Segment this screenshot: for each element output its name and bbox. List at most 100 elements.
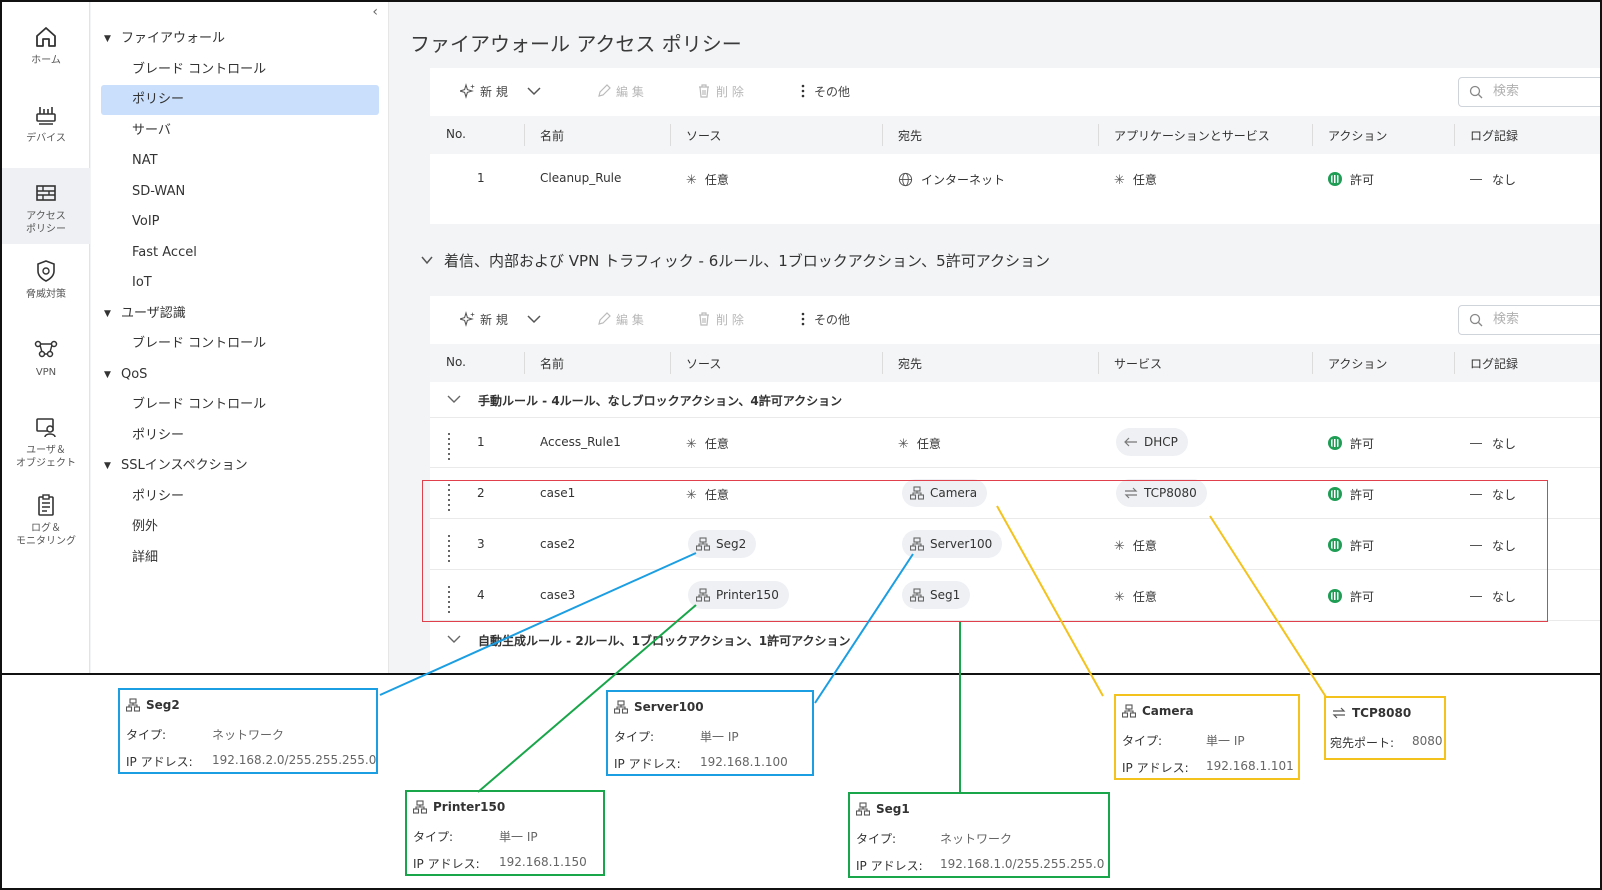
callout-value: 192.168.2.0/255.255.255.0 xyxy=(212,753,377,767)
network-object-icon xyxy=(125,698,141,712)
nav-item-12[interactable]: ブレード コントロール xyxy=(91,390,389,420)
section-header[interactable]: 着信、内部および VPN トラフィック - 6ルール、1ブロックアクション、5許… xyxy=(420,250,1050,271)
column-header[interactable]: アプリケーションとサービス xyxy=(1114,127,1270,144)
new-dropdown[interactable] xyxy=(526,311,546,327)
column-header[interactable]: 名前 xyxy=(540,127,564,144)
column-separator xyxy=(1312,352,1313,374)
callout-value: 単一 IP xyxy=(1206,734,1245,748)
column-header[interactable]: ログ記録 xyxy=(1470,127,1518,144)
highlight-box xyxy=(422,480,1548,622)
column-header[interactable]: アクション xyxy=(1328,127,1387,144)
column-header[interactable]: No. xyxy=(446,127,466,141)
callout-title: Camera xyxy=(1121,704,1194,718)
search-input[interactable]: 検索 xyxy=(1458,77,1600,107)
nav-label: SSLインスペクション xyxy=(121,458,248,473)
allow-icon xyxy=(1328,172,1342,186)
rail-home[interactable]: ホーム xyxy=(2,12,90,88)
nav-item-2[interactable]: ポリシー xyxy=(101,85,379,115)
rail-label: ユーザ＆ オブジェクト xyxy=(16,445,76,469)
nav-item-16[interactable]: 例外 xyxy=(91,512,389,542)
nav-group-9[interactable]: ▼ ユーザ認識 xyxy=(91,299,389,329)
callout-value: 単一 IP xyxy=(499,830,538,844)
chevron-down-icon xyxy=(447,395,461,403)
edit-button[interactable]: 編 集 xyxy=(596,83,644,100)
column-header[interactable]: No. xyxy=(446,355,466,369)
nav-label: SD-WAN xyxy=(132,184,186,199)
nav-group-11[interactable]: ▼ QoS xyxy=(91,360,389,390)
column-separator xyxy=(1454,124,1455,146)
more-button[interactable]: その他 xyxy=(796,83,850,100)
rail-label: 脅威対策 xyxy=(26,289,66,300)
column-header[interactable]: ソース xyxy=(686,355,721,372)
camera-callout: Camera タイプ: 単一 IP IP アドレス: 192.168.1.101 xyxy=(1114,694,1300,780)
caret-down-icon: ▼ xyxy=(104,309,111,319)
column-header[interactable]: 名前 xyxy=(540,355,564,372)
callout-key: タイプ: xyxy=(1122,734,1163,748)
nav-item-15[interactable]: ポリシー xyxy=(91,482,389,512)
rail-logs-monitoring[interactable]: ログ＆ モニタリング xyxy=(2,480,90,556)
column-header[interactable]: ログ記録 xyxy=(1470,355,1518,372)
rail-access-policy[interactable]: アクセス ポリシー xyxy=(2,168,90,244)
column-separator xyxy=(670,352,671,374)
rail-label: ホーム xyxy=(31,55,61,66)
delete-button[interactable]: 削 除 xyxy=(696,83,744,100)
new-button[interactable]: 新 規 xyxy=(458,83,508,100)
callout-value: ネットワーク xyxy=(212,728,285,742)
drag-handle-icon[interactable] xyxy=(448,433,458,463)
edit-button[interactable]: 編 集 xyxy=(596,311,644,328)
column-header[interactable]: 宛先 xyxy=(898,355,922,372)
callout-key: IP アドレス: xyxy=(856,859,923,873)
nav-item-17[interactable]: 詳細 xyxy=(91,543,389,573)
search-input[interactable]: 検索 xyxy=(1458,305,1600,335)
edit-label: 編 集 xyxy=(616,85,644,99)
nav-group-0[interactable]: ▼ ファイアウォール xyxy=(91,24,389,54)
service-object-chip[interactable]: DHCP xyxy=(1116,428,1188,456)
nav-item-5[interactable]: SD-WAN xyxy=(91,177,389,207)
trash-icon xyxy=(699,312,709,326)
policy-nav: ‹ ▼ ファイアウォール ブレード コントロール ポリシー サーバ NAT SD-WAN Vo… xyxy=(91,2,389,673)
nav-item-3[interactable]: サーバ xyxy=(91,116,389,146)
network-object-icon xyxy=(613,700,629,714)
table-header: No. 名前 ソース 宛先 サービス アクション ログ記録 xyxy=(430,344,1600,382)
column-header[interactable]: アクション xyxy=(1328,355,1387,372)
table-row[interactable]: 1 Cleanup_Rule ✳ 任意 インターネット ✳ 任意 許可 なし xyxy=(430,154,1600,204)
more-vertical-icon xyxy=(801,84,805,98)
nav-item-1[interactable]: ブレード コントロール xyxy=(91,55,389,85)
rule-log: なし xyxy=(1470,171,1516,188)
nav-item-7[interactable]: Fast Accel xyxy=(91,238,389,268)
column-separator xyxy=(1098,124,1099,146)
callout-value: 192.168.1.101 xyxy=(1206,759,1294,773)
new-button[interactable]: 新 規 xyxy=(458,311,508,328)
nav-item-10[interactable]: ブレード コントロール xyxy=(91,329,389,359)
new-dropdown[interactable] xyxy=(526,83,546,99)
nav-group-14[interactable]: ▼ SSLインスペクション xyxy=(91,451,389,481)
table-row[interactable]: 1 Access_Rule1 ✳ 任意 ✳ 任意 DHCP 許可 なし xyxy=(430,418,1600,468)
app-window: ホーム デバイス アクセス ポリシー 脅威対策 VPN ユーザ＆ オブジェクト … xyxy=(2,2,1600,673)
callout-key: タイプ: xyxy=(614,730,655,744)
nav-item-13[interactable]: ポリシー xyxy=(91,421,389,451)
column-separator xyxy=(524,352,525,374)
column-header[interactable]: 宛先 xyxy=(898,127,922,144)
nav-item-8[interactable]: IoT xyxy=(91,268,389,298)
nav-item-6[interactable]: VoIP xyxy=(91,207,389,237)
rule-destination: ✳ 任意 xyxy=(898,437,941,452)
auto-rules-group[interactable]: 自動生成ルール - 2ルール、1ブロックアクション、1許可アクション xyxy=(430,622,1600,658)
column-header[interactable]: ソース xyxy=(686,127,721,144)
rail-vpn[interactable]: VPN xyxy=(2,324,90,400)
nav-label: サーバ xyxy=(132,123,171,138)
chevron-down-icon xyxy=(527,315,541,324)
nav-item-4[interactable]: NAT xyxy=(91,146,389,176)
trash-icon xyxy=(699,84,709,98)
manual-rules-group[interactable]: 手動ルール - 4ルール、なしブロックアクション、4許可アクション xyxy=(430,382,1600,418)
collapse-nav-icon[interactable]: ‹ xyxy=(372,4,378,20)
more-button[interactable]: その他 xyxy=(796,311,850,328)
column-separator xyxy=(1098,352,1099,374)
rail-threat-prevention[interactable]: 脅威対策 xyxy=(2,246,90,322)
rail-users-objects[interactable]: ユーザ＆ オブジェクト xyxy=(2,402,90,478)
callout-key: タイプ: xyxy=(856,832,897,846)
rule-no: 1 xyxy=(477,171,485,185)
callout-value: 192.168.1.100 xyxy=(700,755,788,769)
delete-button[interactable]: 削 除 xyxy=(696,311,744,328)
column-header[interactable]: サービス xyxy=(1114,355,1162,372)
rail-devices[interactable]: デバイス xyxy=(2,90,90,166)
